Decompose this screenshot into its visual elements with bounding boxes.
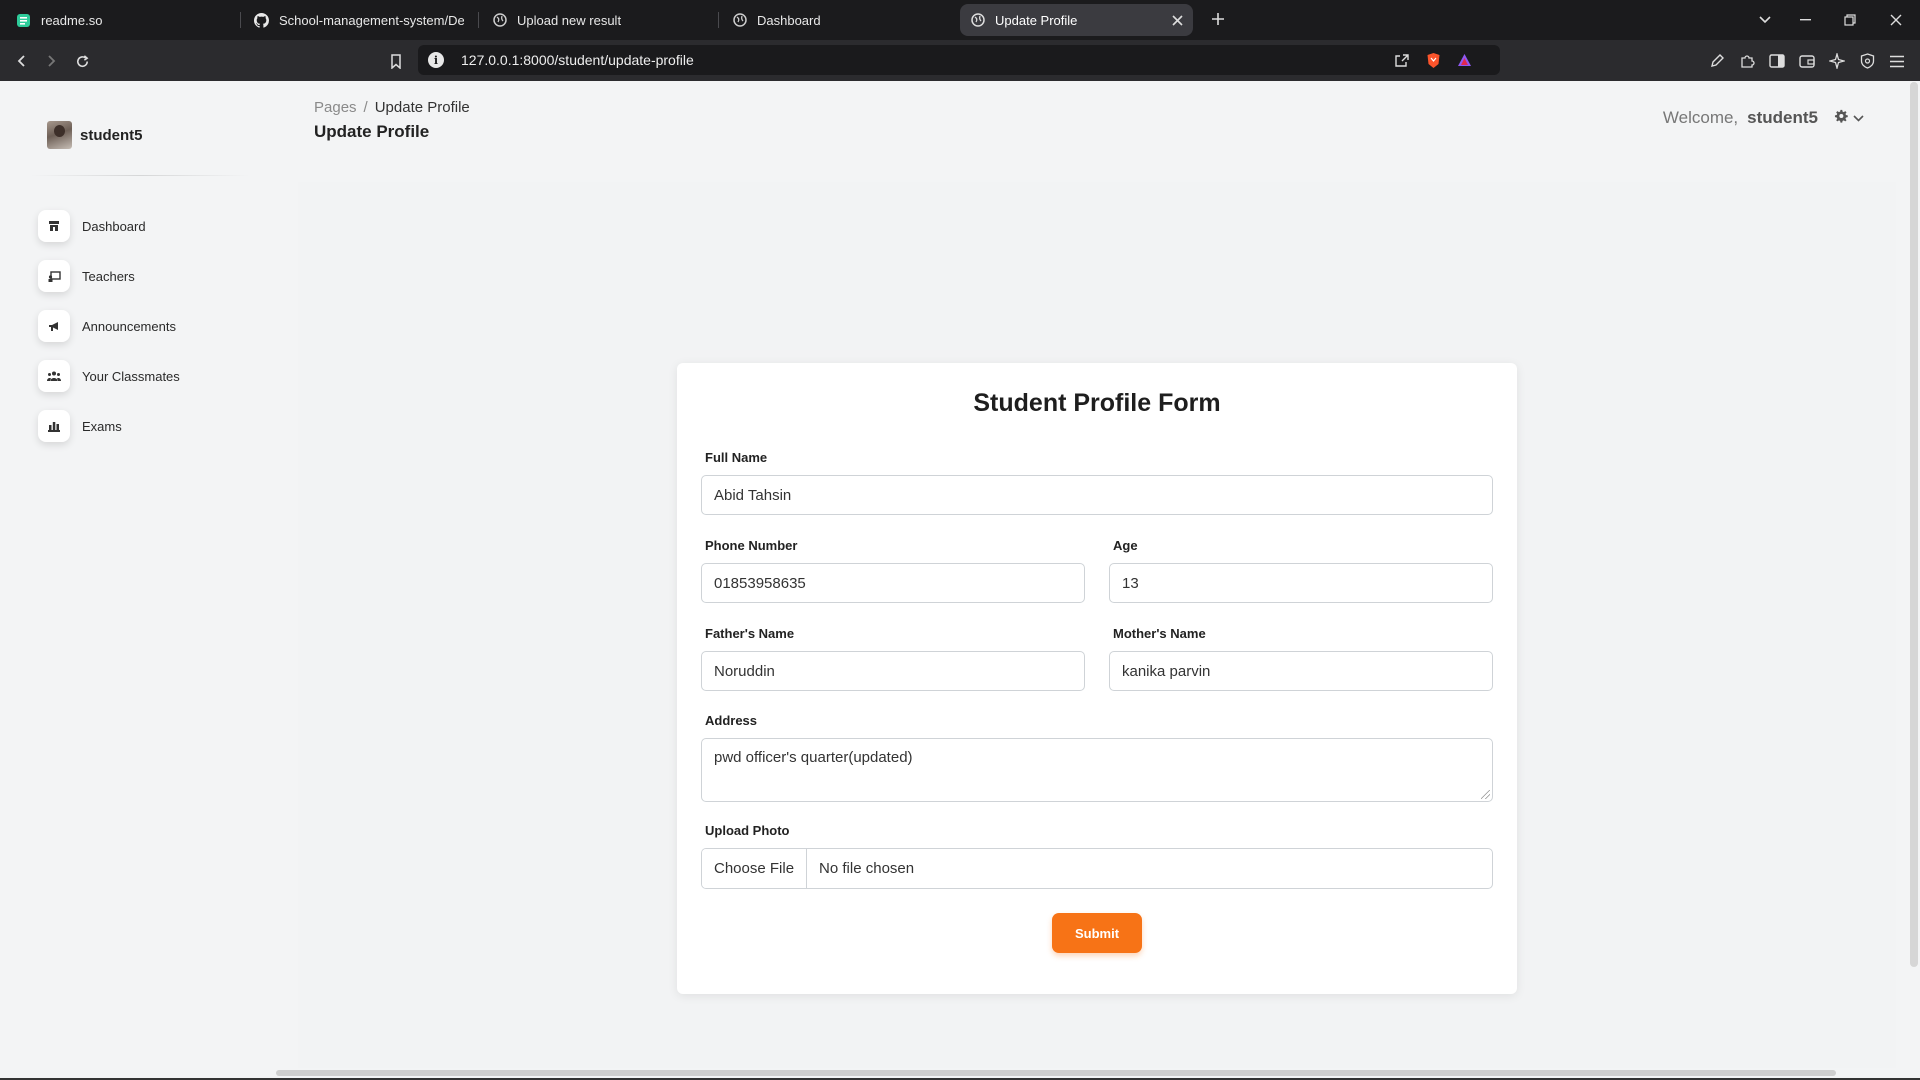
- forward-button[interactable]: [38, 48, 64, 74]
- horizontal-scrollbar[interactable]: [276, 1070, 1836, 1076]
- chart-icon: [38, 410, 70, 442]
- globe-icon: [970, 13, 985, 28]
- breadcrumb-current: Update Profile: [374, 99, 470, 116]
- address-bar[interactable]: i 127.0.0.1:8000/student/update-profile: [418, 45, 1500, 75]
- extensions-icon[interactable]: [1734, 48, 1760, 74]
- menu-icon[interactable]: [1884, 48, 1910, 74]
- back-button[interactable]: [9, 48, 35, 74]
- father-name-input[interactable]: Noruddin: [701, 651, 1085, 691]
- tab-title: School-management-system/Demo: [279, 12, 464, 28]
- readme-icon: [16, 13, 31, 28]
- age-input[interactable]: 13: [1109, 563, 1493, 603]
- globe-icon: [732, 13, 747, 28]
- site-info-icon[interactable]: i: [428, 52, 444, 68]
- teacher-icon: [38, 260, 70, 292]
- mother-name-label: Mother's Name: [1113, 626, 1206, 641]
- leo-ai-icon[interactable]: [1824, 48, 1850, 74]
- sidebar-item-label: Teachers: [82, 268, 135, 284]
- tab-dashboard[interactable]: Dashboard: [722, 4, 952, 36]
- sidebar-item-classmates[interactable]: Your Classmates: [38, 351, 248, 401]
- avatar: [47, 121, 72, 149]
- tab-title: Upload new result: [517, 12, 622, 28]
- page-title: Update Profile: [314, 122, 430, 141]
- vertical-scrollbar[interactable]: [1910, 82, 1918, 967]
- globe-icon: [492, 13, 507, 28]
- sidebar-item-label: Dashboard: [82, 218, 146, 234]
- welcome-username: student5: [1747, 108, 1818, 127]
- choose-file-button[interactable]: Choose File: [702, 849, 808, 888]
- chevron-down-icon: [1853, 114, 1864, 122]
- address-label: Address: [705, 713, 758, 728]
- full-name-label: Full Name: [705, 450, 768, 465]
- tab-title: Update Profile: [995, 12, 1078, 28]
- megaphone-icon: [38, 310, 70, 342]
- brave-shield-icon[interactable]: [1426, 45, 1441, 75]
- new-tab-button[interactable]: [1206, 8, 1230, 32]
- form-title: Student Profile Form: [973, 389, 1221, 417]
- tab-separator: [240, 12, 241, 28]
- welcome-area: Welcome, student5: [1663, 108, 1864, 128]
- phone-input[interactable]: 01853958635: [701, 563, 1085, 603]
- pen-icon[interactable]: [1704, 48, 1730, 74]
- sidebar-item-exams[interactable]: Exams: [38, 401, 248, 451]
- full-name-input[interactable]: Abid Tahsin: [701, 475, 1493, 515]
- minimize-button[interactable]: [1783, 0, 1827, 40]
- reload-button[interactable]: [69, 48, 95, 74]
- breadcrumb: Pages / Update Profile: [314, 99, 470, 116]
- address-textarea[interactable]: pwd officer's quarter(updated): [701, 738, 1493, 802]
- gear-icon: [1834, 108, 1848, 128]
- tab-title: Dashboard: [757, 12, 821, 28]
- tab-separator: [478, 12, 479, 28]
- tab-separator: [718, 12, 719, 28]
- sidebar-item-label: Exams: [82, 418, 122, 434]
- brand-name: student5: [80, 126, 143, 144]
- sidebar-item-teachers[interactable]: Teachers: [38, 251, 248, 301]
- breadcrumb-separator: /: [363, 99, 368, 116]
- sidebar-toggle-icon[interactable]: [1764, 48, 1790, 74]
- settings-dropdown[interactable]: [1834, 108, 1864, 128]
- wallet-icon[interactable]: [1794, 48, 1820, 74]
- sidebar: student5 Dashboard Teachers Announcement…: [30, 81, 250, 1079]
- browser-toolbar: i 127.0.0.1:8000/student/update-profile: [0, 40, 1920, 81]
- resize-handle[interactable]: [1481, 790, 1490, 799]
- users-icon: [38, 360, 70, 392]
- sidebar-item-announcements[interactable]: Announcements: [38, 301, 248, 351]
- close-icon[interactable]: [1172, 11, 1183, 31]
- close-window-button[interactable]: [1874, 0, 1918, 40]
- upload-photo-label: Upload Photo: [705, 823, 790, 838]
- tab-update-profile[interactable]: Update Profile: [960, 4, 1193, 36]
- photo-file-input[interactable]: Choose File No file chosen: [701, 848, 1493, 889]
- restore-button[interactable]: [1828, 0, 1872, 40]
- brave-rewards-icon[interactable]: [1457, 45, 1472, 75]
- welcome-text: Welcome,: [1662, 108, 1739, 127]
- mother-name-input[interactable]: kanika parvin: [1109, 651, 1493, 691]
- address-text: pwd officer's quarter(updated): [714, 749, 913, 766]
- breadcrumb-root[interactable]: Pages: [314, 99, 357, 116]
- browser-tab-bar: readme.so School-management-system/Demo …: [0, 0, 1920, 40]
- sidebar-item-dashboard[interactable]: Dashboard: [38, 201, 248, 251]
- phone-label: Phone Number: [705, 538, 798, 553]
- tab-search-chevron-icon[interactable]: [1743, 0, 1787, 40]
- vpn-shield-icon[interactable]: [1854, 48, 1880, 74]
- tab-upload-result[interactable]: Upload new result: [482, 4, 712, 36]
- github-icon: [254, 12, 269, 28]
- file-status-text: No file chosen: [819, 860, 915, 877]
- brand[interactable]: student5: [47, 121, 143, 149]
- age-label: Age: [1113, 538, 1138, 553]
- father-name-label: Father's Name: [705, 626, 795, 641]
- url-text: 127.0.0.1:8000/student/update-profile: [461, 52, 694, 68]
- share-icon[interactable]: [1394, 45, 1410, 75]
- sidebar-divider: [30, 175, 250, 176]
- sidebar-item-label: Your Classmates: [82, 368, 180, 384]
- submit-button[interactable]: Submit: [1052, 913, 1142, 953]
- tab-readme[interactable]: readme.so: [6, 4, 236, 36]
- tab-github[interactable]: School-management-system/Demo: [244, 4, 474, 36]
- sidebar-nav: Dashboard Teachers Announcements Your Cl…: [38, 201, 248, 451]
- shop-icon: [38, 210, 70, 242]
- sidebar-item-label: Announcements: [82, 318, 176, 334]
- profile-form-card: Student Profile Form Full Name Abid Tahs…: [677, 363, 1517, 994]
- tab-title: readme.so: [41, 12, 103, 28]
- bookmark-icon[interactable]: [383, 48, 409, 74]
